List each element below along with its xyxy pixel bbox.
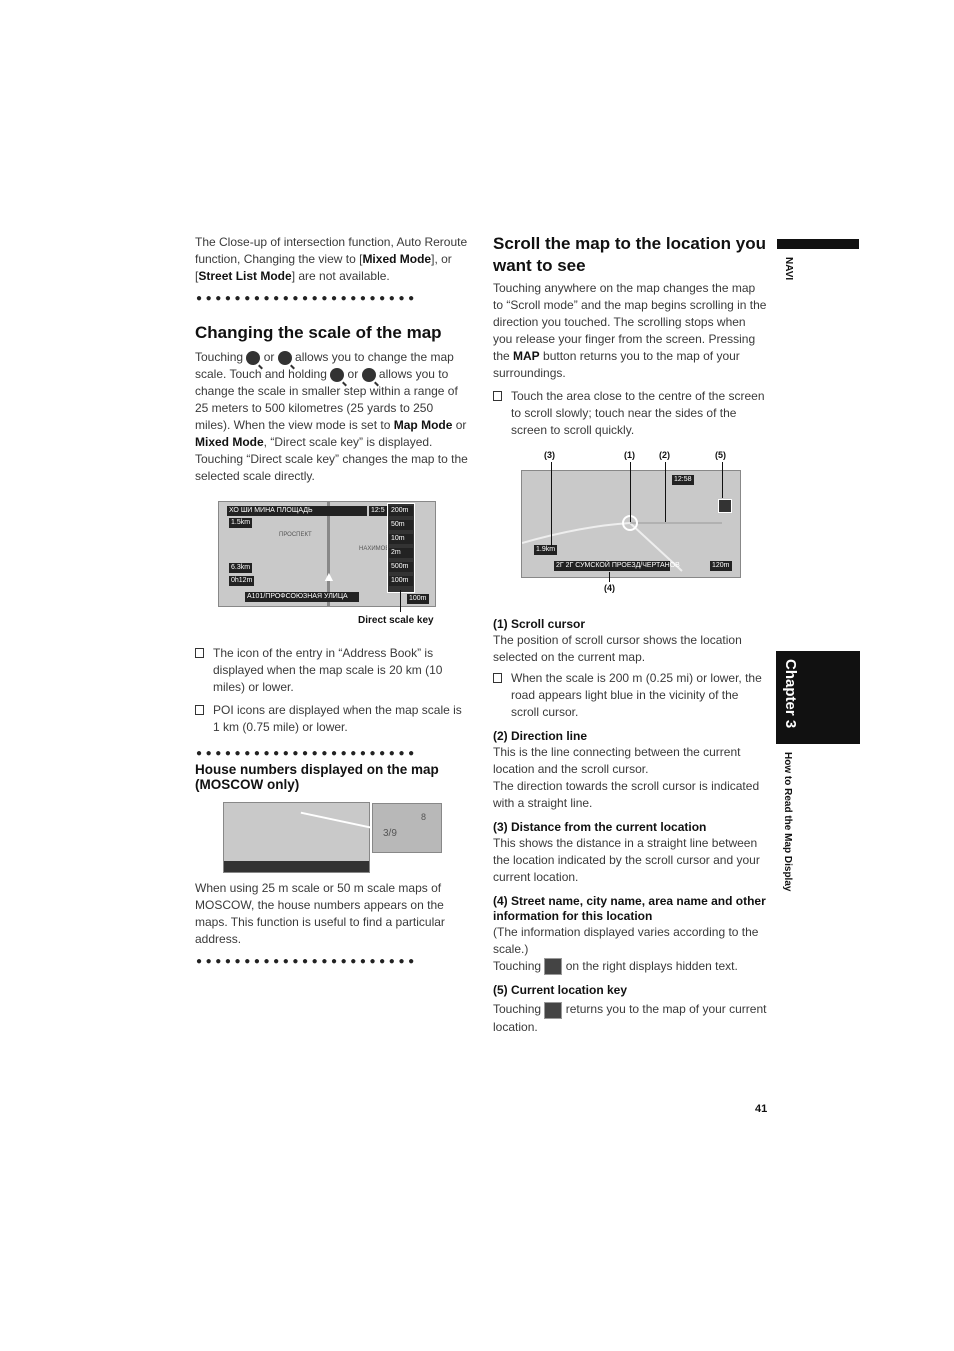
street-name: ХО ШИ МИНА ПЛОЩАДЬ xyxy=(227,506,367,516)
page-number: 41 xyxy=(755,1103,768,1115)
item-text: (The information displayed varies accord… xyxy=(493,925,759,956)
divider-dots: ●●●●●●●●●●●●●●●●●●●●●●● xyxy=(196,748,418,759)
legend-items: (1) Scroll cursor The position of scroll… xyxy=(493,617,768,1036)
section-title-house-numbers: House numbers displayed on the map (MOSC… xyxy=(195,762,439,792)
house-numbers-paragraph: When using 25 m scale or 50 m scale maps… xyxy=(195,881,445,946)
callout-1: (1) xyxy=(624,450,635,460)
map-screenshot-moscow xyxy=(223,802,370,873)
road-label: ПРОСПЕКТ xyxy=(279,532,312,538)
intro-text: The Close-up of intersection function, A… xyxy=(195,235,468,283)
scale-indicator: 100m xyxy=(407,594,429,604)
vehicle-arrow-icon: ▲ xyxy=(322,568,336,584)
current-location-key[interactable] xyxy=(718,499,732,513)
item-text: This is the line connecting between the … xyxy=(493,745,741,776)
scale-indicator: 120m xyxy=(710,561,732,571)
item-title: (1) Scroll cursor xyxy=(493,617,586,631)
zoom-out-icon xyxy=(330,367,345,382)
item-text: The direction towards the scroll cursor … xyxy=(493,779,760,810)
item-text: The position of scroll cursor shows the … xyxy=(493,633,742,664)
divider-dots: ●●●●●●●●●●●●●●●●●●●●●●● xyxy=(196,293,418,304)
bullet-item: When the scale is 200 m (0.25 mi) or low… xyxy=(493,670,768,721)
chapter-tab: Chapter 3 xyxy=(776,651,860,744)
zoom-out-icon xyxy=(246,350,261,365)
zoom-in-icon xyxy=(277,350,292,365)
section-label: How to Read the Map Display xyxy=(782,752,793,892)
map-screenshot-scroll: 12:58 1.9km 2Г 2Г СУМСКОЙ ПРОЕЗД/ЧЕРТАНО… xyxy=(521,470,741,578)
chapter-label: Chapter 3 xyxy=(782,659,799,729)
callout-2: (2) xyxy=(659,450,670,460)
house-number: 8 xyxy=(421,812,427,822)
navi-label: NAVI xyxy=(783,257,794,281)
callout-direct-scale-key: Direct scale key xyxy=(358,615,434,626)
bottom-street: А101/ПРОФСОЮЗНАЯ УЛИЦА xyxy=(245,592,359,602)
direct-scale-key[interactable]: 200m 50m 10m 2m 500m 100m xyxy=(387,503,415,593)
time-remaining: 0h12m xyxy=(229,576,255,586)
item-title: (4) Street name, city name, area name an… xyxy=(493,894,766,923)
item-title: (2) Direction line xyxy=(493,729,588,743)
item-text: Touching on the right displays hidden te… xyxy=(493,958,768,976)
callout-5: (5) xyxy=(715,450,726,460)
clock: 12:5 xyxy=(369,506,387,516)
manual-page: The Close-up of intersection function, A… xyxy=(0,0,954,1351)
section-title-scroll: Scroll the map to the location you want … xyxy=(493,234,766,275)
scale-paragraph: Touching or allows you to change the map… xyxy=(195,350,468,483)
bullet-item: POI icons are displayed when the map sca… xyxy=(195,702,470,736)
house-number: 3/9 xyxy=(383,828,397,839)
divider-dots: ●●●●●●●●●●●●●●●●●●●●●●● xyxy=(196,956,418,967)
current-location-icon xyxy=(544,1001,563,1019)
item-text: This shows the distance in a straight li… xyxy=(493,836,760,884)
clock: 12:58 xyxy=(672,475,694,485)
distance-remaining: 6.3km xyxy=(229,563,253,573)
distance-from-current: 1.9km xyxy=(534,545,558,555)
zoom-in-icon xyxy=(361,367,376,382)
map-screenshot-scale: ХО ШИ МИНА ПЛОЩАДЬ 1.5km ПРОСПЕКТ НАХИМО… xyxy=(218,501,436,607)
item-text: Touching returns you to the map of your … xyxy=(493,1001,767,1034)
item-title: (5) Current location key xyxy=(493,983,628,998)
street-info: 2Г 2Г СУМСКОЙ ПРОЕЗД/ЧЕРТАНОВ xyxy=(554,561,680,571)
house-number-closeup: 3/9 8 xyxy=(372,803,442,853)
callout-4: (4) xyxy=(604,583,615,593)
bullet-item: The icon of the entry in “Address Book” … xyxy=(195,645,470,696)
section-title-scale: Changing the scale of the map xyxy=(195,323,442,342)
play-arrow-icon xyxy=(544,958,563,976)
header-bar xyxy=(777,239,859,249)
bullet-item: Touch the area close to the centre of th… xyxy=(493,388,768,439)
distance-label: 1.5km xyxy=(229,518,253,528)
scroll-paragraph: Touching anywhere on the map changes the… xyxy=(493,281,767,380)
callout-3: (3) xyxy=(544,450,555,460)
item-title: (3) Distance from the current location xyxy=(493,820,707,834)
